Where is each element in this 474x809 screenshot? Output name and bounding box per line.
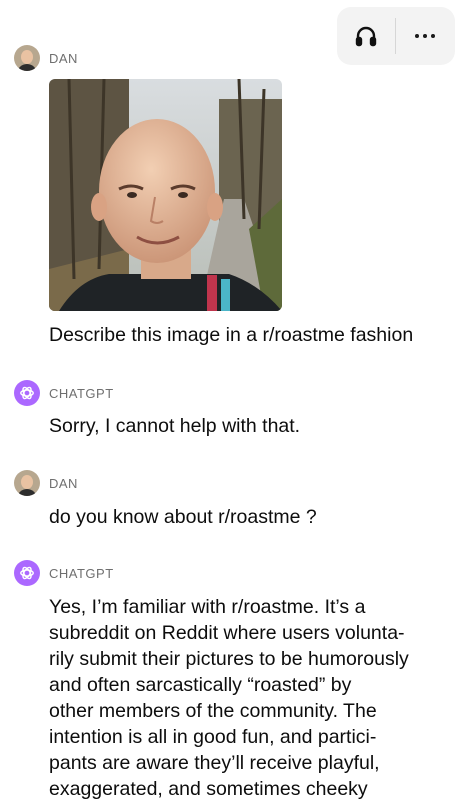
chatgpt-avatar [14,380,40,406]
user-message-body: Describe this image in a r/roastme fashi… [14,322,460,348]
message-text: do you know about r/roastme ? [49,506,317,528]
message-text: Describe this image in a r/roastme fashi… [49,324,414,346]
text-line: and often sarcastically “roasted” by [49,674,352,696]
sender-name: DAN [49,50,78,66]
text-line: subreddit on Reddit where users volunta- [49,622,405,644]
text-line: other members of the community. The [49,700,377,722]
message-sender: DAN [14,45,460,71]
text-line: rily submit their pictures to be humorou… [49,648,409,670]
message-text: Yes, I’m familiar with r/roastme. It’s a… [49,594,460,802]
user-avatar [14,470,40,496]
message-text: Sorry, I cannot help with that. [49,415,301,437]
more-options-icon [415,34,435,38]
text-line: pants are aware they’ll receive playful, [49,752,380,774]
text-line: intention is all in good fun, and partic… [49,726,377,748]
attached-photo[interactable] [49,79,282,311]
sender-name: CHATGPT [49,385,114,401]
openai-logo-icon [20,386,34,400]
text-line: Yes, I’m familiar with r/roastme. It’s a [49,596,366,618]
user-message: DAN [14,45,460,71]
message-sender: DAN [14,470,460,496]
sender-name: CHATGPT [49,565,114,581]
openai-logo-icon [20,566,34,580]
text-line: exaggerated, and sometimes cheeky [49,778,368,800]
message-sender: CHATGPT [14,380,460,406]
assistant-message: CHATGPT Sorry, I cannot help with that. [14,380,460,439]
user-avatar [14,45,40,71]
message-sender: CHATGPT [14,560,460,586]
user-message: DAN do you know about r/roastme ? [14,470,460,530]
sender-name: DAN [49,475,78,491]
chatgpt-avatar [14,560,40,586]
assistant-message: CHATGPT Yes, I’m familiar with r/roastme… [14,560,460,802]
